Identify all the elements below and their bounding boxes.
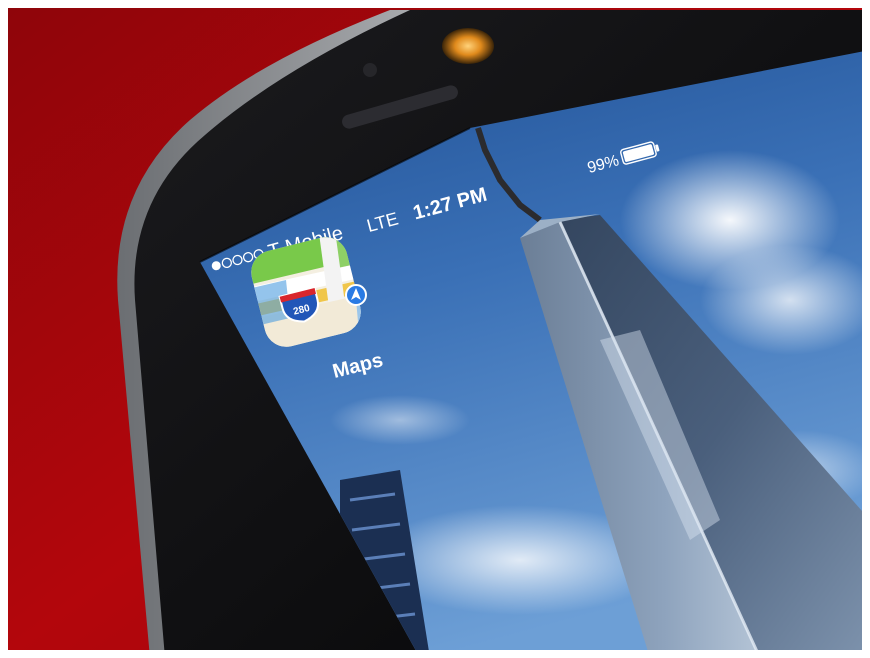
front-camera [442, 28, 494, 64]
cloud [330, 395, 470, 445]
front-sensor [363, 63, 377, 77]
photo-stage: T-Mobile LTE 1:27 PM 99% [0, 0, 870, 658]
location-arrow-icon [345, 284, 367, 306]
phone-photo: T-Mobile LTE 1:27 PM 99% [0, 0, 870, 658]
